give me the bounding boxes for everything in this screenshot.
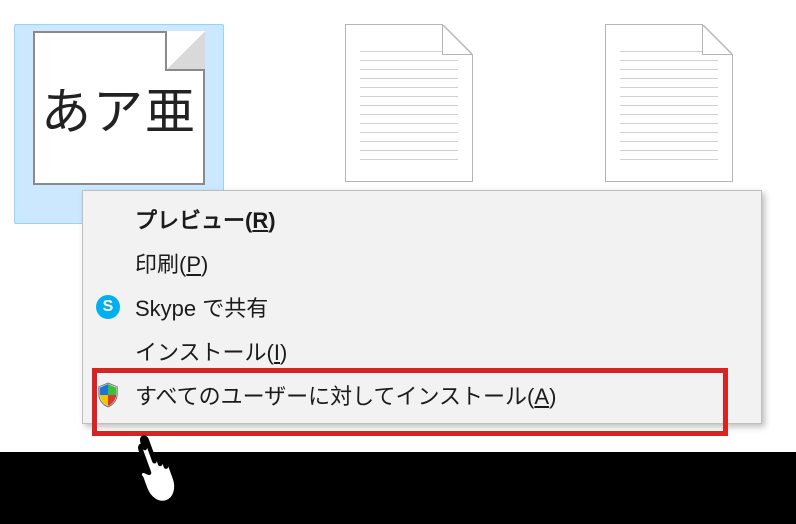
- menu-item-preview[interactable]: プレビュー(R): [85, 197, 759, 241]
- uac-shield-icon: [97, 382, 119, 408]
- menu-item-skype-share[interactable]: S Skype で共有: [85, 285, 759, 329]
- menu-item-label: プレビュー(: [135, 208, 252, 233]
- menu-item-label: Skype で共有: [135, 291, 268, 323]
- menu-item-label: ): [549, 384, 556, 409]
- menu-item-accel: A: [534, 384, 549, 409]
- menu-item-label: すべてのユーザーに対してインストール(: [135, 384, 534, 409]
- menu-item-accel: R: [252, 208, 268, 233]
- menu-item-label: 印刷(: [135, 252, 186, 277]
- menu-item-print[interactable]: 印刷(P): [85, 241, 759, 285]
- menu-item-accel: P: [186, 252, 201, 277]
- menu-item-label: ): [280, 340, 287, 365]
- skype-icon: S: [96, 295, 120, 319]
- context-menu: プレビュー(R) 印刷(P) S Skype で共有 インストール(I): [82, 190, 762, 424]
- document-file-icon: [345, 24, 473, 182]
- annotation-pointer-hand-icon: [124, 428, 196, 512]
- menu-item-label: インストール(: [135, 340, 274, 365]
- menu-item-install-all-users[interactable]: すべてのユーザーに対してインストール(A): [85, 373, 759, 417]
- document-file-icon: [605, 24, 733, 182]
- menu-item-label: ): [201, 252, 208, 277]
- font-preview-text: あア亜: [41, 72, 197, 144]
- menu-item-label: ): [268, 208, 275, 233]
- cropped-black-bar: [0, 452, 796, 524]
- font-file-icon: あア亜: [33, 31, 205, 185]
- menu-item-install[interactable]: インストール(I): [85, 329, 759, 373]
